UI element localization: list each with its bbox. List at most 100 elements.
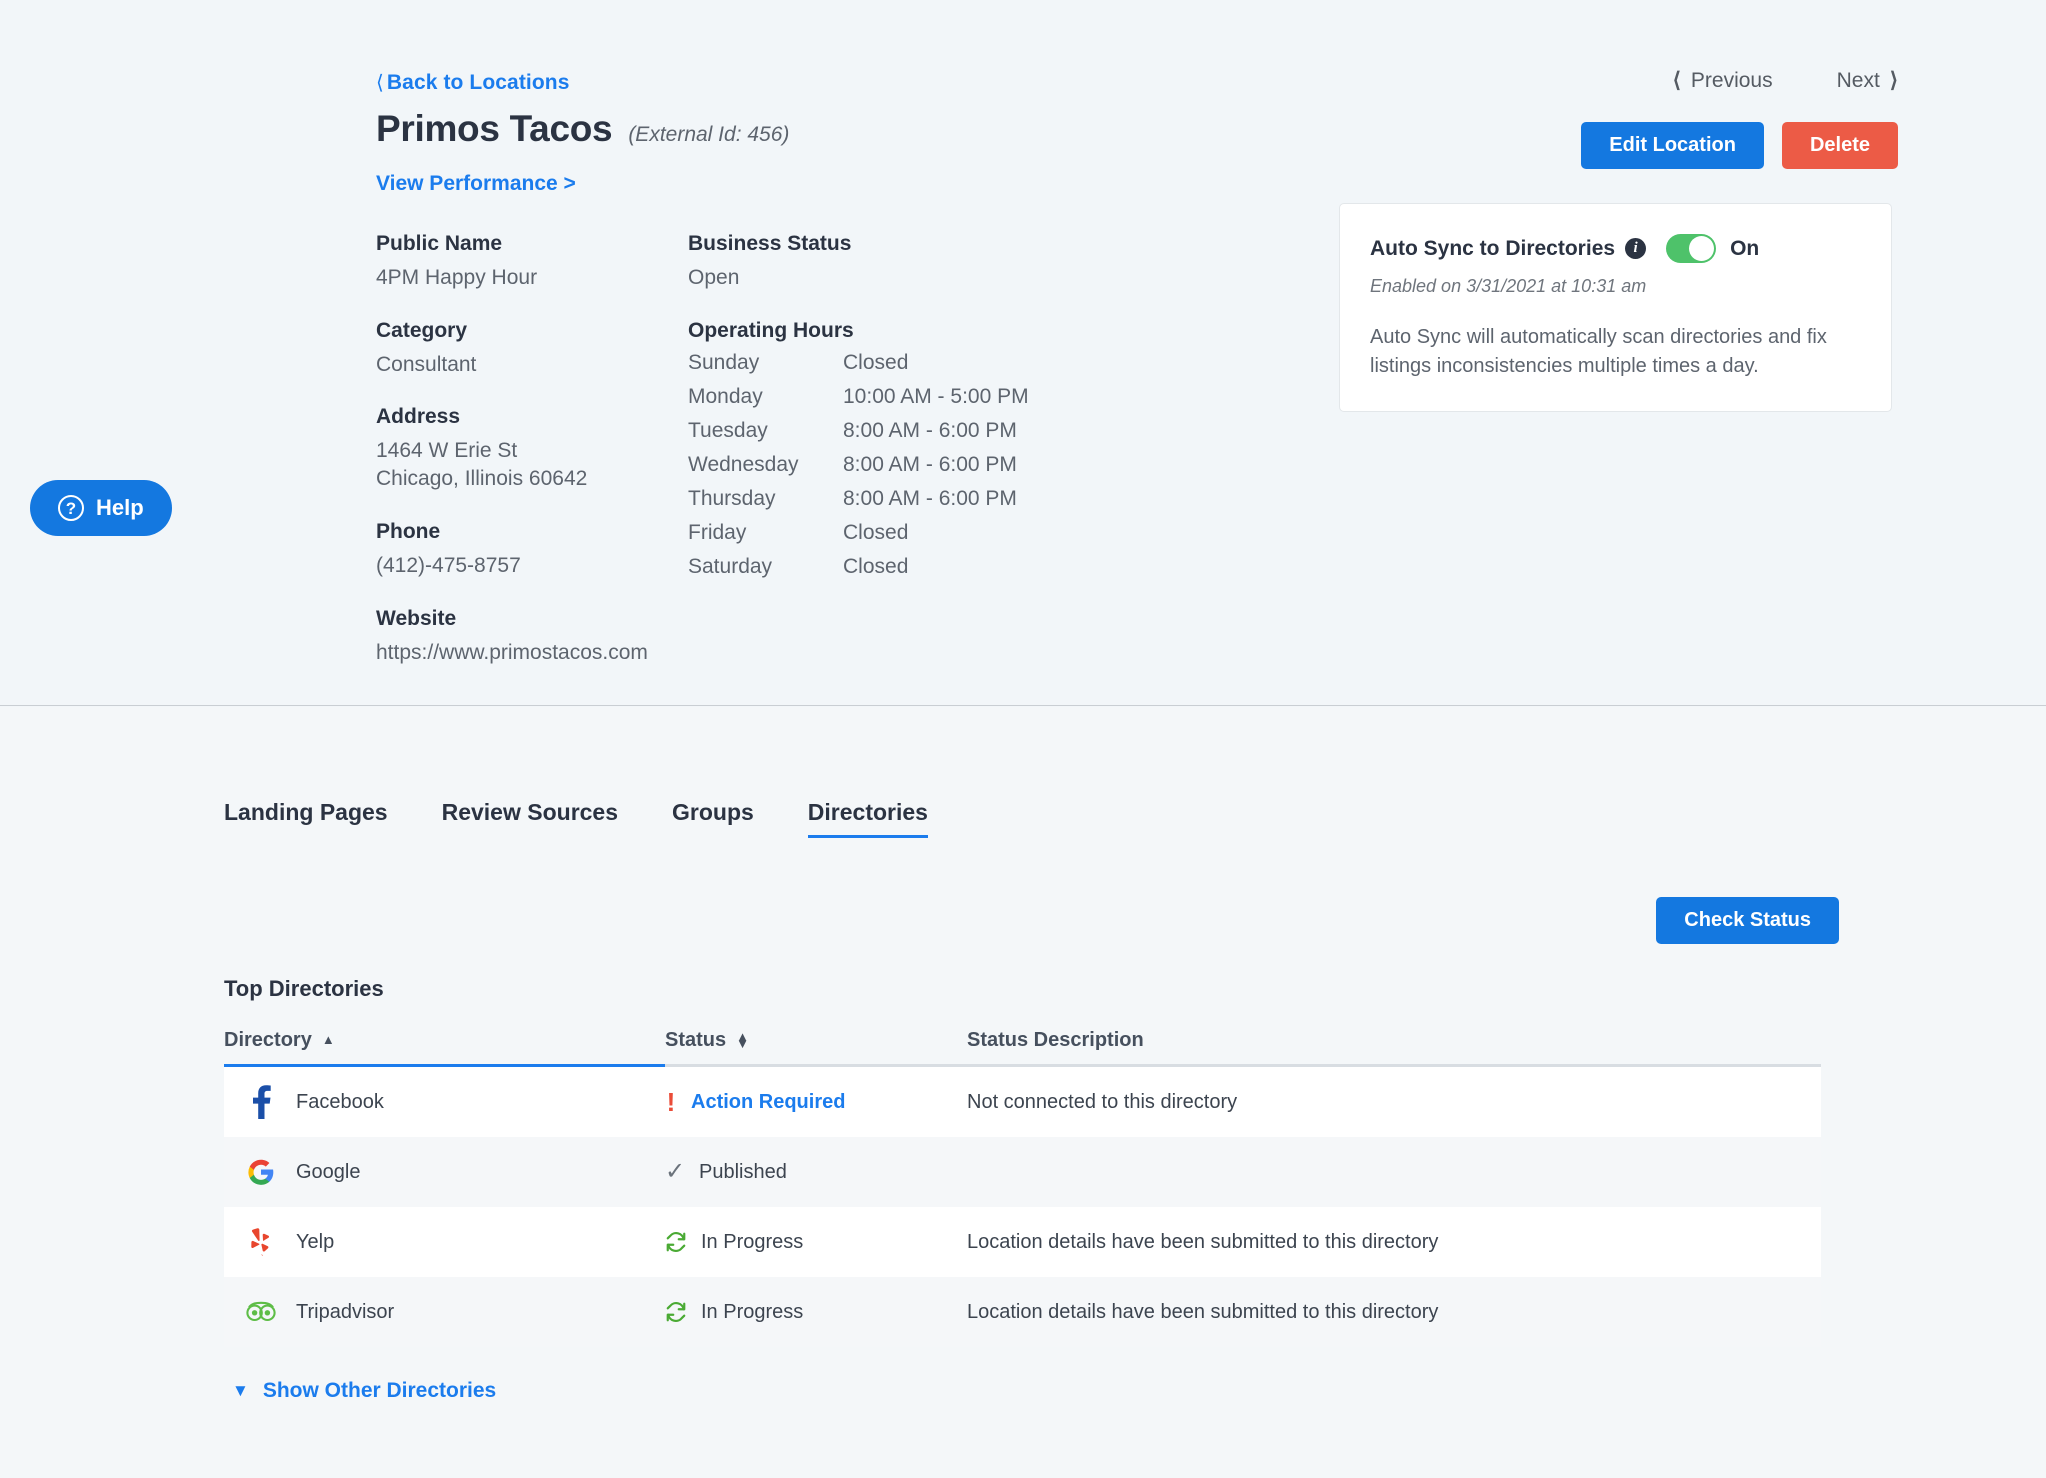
question-circle-icon: ? [58, 495, 84, 521]
delete-button[interactable]: Delete [1782, 122, 1898, 169]
inactive-underline [665, 1064, 1821, 1067]
public-name-value: 4PM Happy Hour [376, 264, 676, 292]
hours-value: Closed [843, 521, 1029, 555]
website-value: https://www.primostacos.com [376, 639, 676, 667]
help-label: Help [96, 495, 144, 521]
status-label: Published [699, 1161, 787, 1184]
auto-sync-title: Auto Sync to Directories [1370, 237, 1615, 261]
column-header-status-description-label: Status Description [967, 1029, 1144, 1052]
tab-landing-pages[interactable]: Landing Pages [224, 799, 388, 838]
hours-value: Closed [843, 351, 1029, 385]
website-label: Website [376, 607, 676, 631]
hours-row: Wednesday 8:00 AM - 6:00 PM [688, 453, 1029, 487]
status-description: Not connected to this directory [967, 1091, 1821, 1114]
operating-hours-label: Operating Hours [688, 319, 1088, 343]
sync-icon [665, 1231, 687, 1253]
info-icon[interactable]: i [1625, 238, 1646, 259]
business-status-value: Open [688, 264, 1088, 292]
check-icon: ✓ [665, 1160, 685, 1184]
top-directories-title: Top Directories [224, 976, 384, 1002]
category-label: Category [376, 319, 676, 343]
directory-name: Google [296, 1161, 361, 1184]
tripadvisor-icon [244, 1301, 278, 1323]
location-details-column-right: Business Status Open Operating Hours Sun… [688, 232, 1088, 589]
check-status-button[interactable]: Check Status [1656, 897, 1839, 944]
directories-table: Directory ▲ Status ▲▼ Status Description… [224, 1016, 1821, 1347]
hours-row: Friday Closed [688, 521, 1029, 555]
pagination-controls: ⟨ Previous Next ⟩ [1673, 68, 1898, 93]
chevron-left-icon: ⟨ [376, 72, 384, 94]
auto-sync-toggle[interactable] [1666, 234, 1716, 263]
status-cell: ✓ Published [665, 1160, 967, 1184]
hours-day: Sunday [688, 351, 843, 385]
status-cell: ! Action Required [665, 1089, 967, 1115]
back-link-label: Back to Locations [387, 71, 570, 94]
business-status-label: Business Status [688, 232, 1088, 256]
auto-sync-toggle-state: On [1730, 237, 1759, 261]
tab-bar: Landing Pages Review Sources Groups Dire… [224, 799, 928, 838]
hours-value: 8:00 AM - 6:00 PM [843, 453, 1029, 487]
hours-row: Tuesday 8:00 AM - 6:00 PM [688, 419, 1029, 453]
auto-sync-enabled-note: Enabled on 3/31/2021 at 10:31 am [1370, 276, 1861, 297]
status-cell: In Progress [665, 1301, 967, 1324]
address-line-1: 1464 W Erie St [376, 437, 676, 465]
auto-sync-description: Auto Sync will automatically scan direct… [1370, 323, 1861, 381]
table-row[interactable]: Yelp In Progress Location details have b… [224, 1207, 1821, 1277]
sort-asc-icon: ▲ [322, 1036, 335, 1043]
table-row[interactable]: Google ✓ Published [224, 1137, 1821, 1207]
status-description: Location details have been submitted to … [967, 1231, 1821, 1254]
column-header-directory-label: Directory [224, 1029, 312, 1052]
sync-icon [665, 1301, 687, 1323]
directory-cell: Facebook [224, 1085, 665, 1119]
facebook-icon [244, 1085, 278, 1119]
auto-sync-header: Auto Sync to Directories i On [1370, 234, 1861, 263]
status-label: In Progress [701, 1301, 803, 1324]
status-label: In Progress [701, 1231, 803, 1254]
hours-day: Tuesday [688, 419, 843, 453]
show-other-directories-link[interactable]: ▼ Show Other Directories [232, 1379, 496, 1403]
hours-day: Monday [688, 385, 843, 419]
back-to-locations-link[interactable]: ⟨Back to Locations [376, 70, 569, 95]
tab-groups[interactable]: Groups [672, 799, 754, 838]
tab-directories[interactable]: Directories [808, 799, 928, 838]
phone-label: Phone [376, 520, 676, 544]
status-description: Location details have been submitted to … [967, 1301, 1821, 1324]
chevron-down-icon: ▼ [232, 1381, 249, 1401]
external-id: (External Id: 456) [628, 123, 789, 147]
phone-value: (412)-475-8757 [376, 552, 676, 580]
column-header-status-label: Status [665, 1029, 726, 1052]
directory-cell: Google [224, 1158, 665, 1186]
show-other-directories-label: Show Other Directories [263, 1379, 496, 1403]
column-header-status[interactable]: Status ▲▼ [665, 1029, 967, 1052]
table-row[interactable]: Tripadvisor In Progress Location details… [224, 1277, 1821, 1347]
previous-label: Previous [1691, 69, 1773, 93]
header-underline [224, 1064, 1821, 1067]
operating-hours-table: Sunday Closed Monday 10:00 AM - 5:00 PM … [688, 351, 1029, 589]
chevron-right-icon: ⟩ [1890, 68, 1898, 93]
hours-day: Friday [688, 521, 843, 555]
column-header-status-description: Status Description [967, 1029, 1821, 1052]
view-performance-link[interactable]: View Performance > [376, 172, 576, 196]
table-row[interactable]: Facebook ! Action Required Not connected… [224, 1067, 1821, 1137]
hours-value: Closed [843, 555, 1029, 589]
hours-value: 8:00 AM - 6:00 PM [843, 419, 1029, 453]
chevron-left-icon: ⟨ [1673, 68, 1681, 93]
active-sort-underline [224, 1064, 665, 1067]
help-button[interactable]: ? Help [30, 480, 172, 536]
column-header-directory[interactable]: Directory ▲ [224, 1029, 665, 1052]
hours-row: Saturday Closed [688, 555, 1029, 589]
hours-row: Sunday Closed [688, 351, 1029, 385]
page-title: Primos Tacos [376, 108, 612, 150]
previous-button[interactable]: ⟨ Previous [1673, 68, 1773, 93]
header-action-buttons: Edit Location Delete [1581, 122, 1898, 169]
location-detail-page: ⟨Back to Locations Primos Tacos (Externa… [0, 0, 2046, 1478]
edit-location-button[interactable]: Edit Location [1581, 122, 1764, 169]
tab-review-sources[interactable]: Review Sources [442, 799, 618, 838]
hours-day: Thursday [688, 487, 843, 521]
location-summary-section: ⟨Back to Locations Primos Tacos (Externa… [0, 0, 2046, 706]
status-label[interactable]: Action Required [691, 1091, 845, 1114]
yelp-icon [244, 1228, 278, 1256]
address-line-2: Chicago, Illinois 60642 [376, 465, 676, 493]
next-button[interactable]: Next ⟩ [1837, 68, 1898, 93]
category-value: Consultant [376, 351, 676, 379]
